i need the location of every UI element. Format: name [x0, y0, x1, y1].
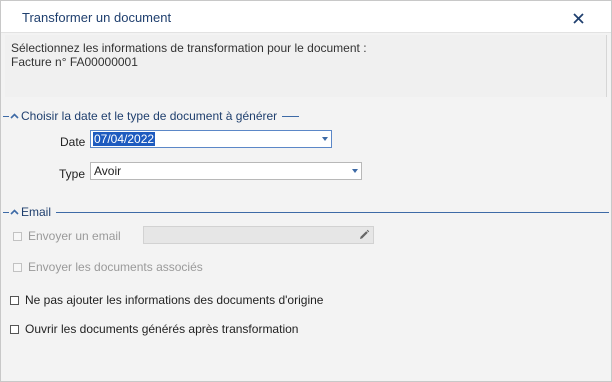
open-generated-docs-checkbox[interactable]: Ouvrir les documents générés après trans… [10, 322, 298, 336]
section-email-header[interactable]: Email [3, 205, 609, 219]
close-icon [572, 12, 584, 24]
checkbox-box[interactable] [13, 231, 22, 241]
info-panel: Sélectionnez les informations de transfo… [5, 35, 607, 97]
no-origin-info-label: Ne pas ajouter les informations des docu… [25, 293, 324, 307]
chevron-up-icon[interactable] [10, 113, 19, 119]
dialog-title: Transformer un document [22, 10, 172, 25]
dropdown-arrow-icon[interactable] [322, 137, 328, 141]
send-associated-docs-checkbox[interactable]: Envoyer les documents associés [13, 260, 203, 274]
checkbox-box[interactable] [10, 295, 19, 305]
no-origin-info-checkbox[interactable]: Ne pas ajouter les informations des docu… [10, 293, 323, 307]
section-divider [282, 115, 299, 117]
date-picker[interactable]: 07/04/2022 [90, 130, 332, 148]
dialog-titlebar: Transformer un document [1, 1, 611, 33]
section-date-type-header[interactable]: Choisir la date et le type de document à… [3, 109, 299, 123]
email-field[interactable] [143, 226, 374, 244]
section-date-type-label: Choisir la date et le type de document à… [21, 109, 278, 123]
section-divider-left [3, 115, 9, 117]
send-email-checkbox[interactable]: Envoyer un email [13, 229, 121, 243]
type-select[interactable]: Avoir [90, 162, 362, 180]
date-label: Date [60, 135, 86, 149]
chevron-up-icon[interactable] [10, 209, 19, 215]
transform-document-dialog: Transformer un document Sélectionnez les… [0, 0, 612, 382]
section-email-label: Email [21, 205, 52, 219]
info-line-document: Facture n° FA00000001 [11, 55, 138, 69]
date-value[interactable]: 07/04/2022 [93, 132, 156, 146]
dropdown-arrow-icon[interactable] [352, 169, 358, 173]
type-label: Type [59, 167, 86, 181]
send-email-label: Envoyer un email [28, 229, 121, 243]
send-associated-docs-label: Envoyer les documents associés [28, 260, 203, 274]
checkbox-box[interactable] [10, 324, 19, 334]
section-divider [56, 211, 609, 213]
info-line-instructions: Sélectionnez les informations de transfo… [11, 41, 367, 55]
close-button[interactable] [565, 7, 591, 29]
pencil-icon[interactable] [358, 229, 370, 241]
section-divider-left [3, 211, 9, 213]
checkbox-box[interactable] [13, 262, 22, 272]
type-value[interactable]: Avoir [93, 164, 122, 178]
open-generated-docs-label: Ouvrir les documents générés après trans… [25, 322, 299, 336]
